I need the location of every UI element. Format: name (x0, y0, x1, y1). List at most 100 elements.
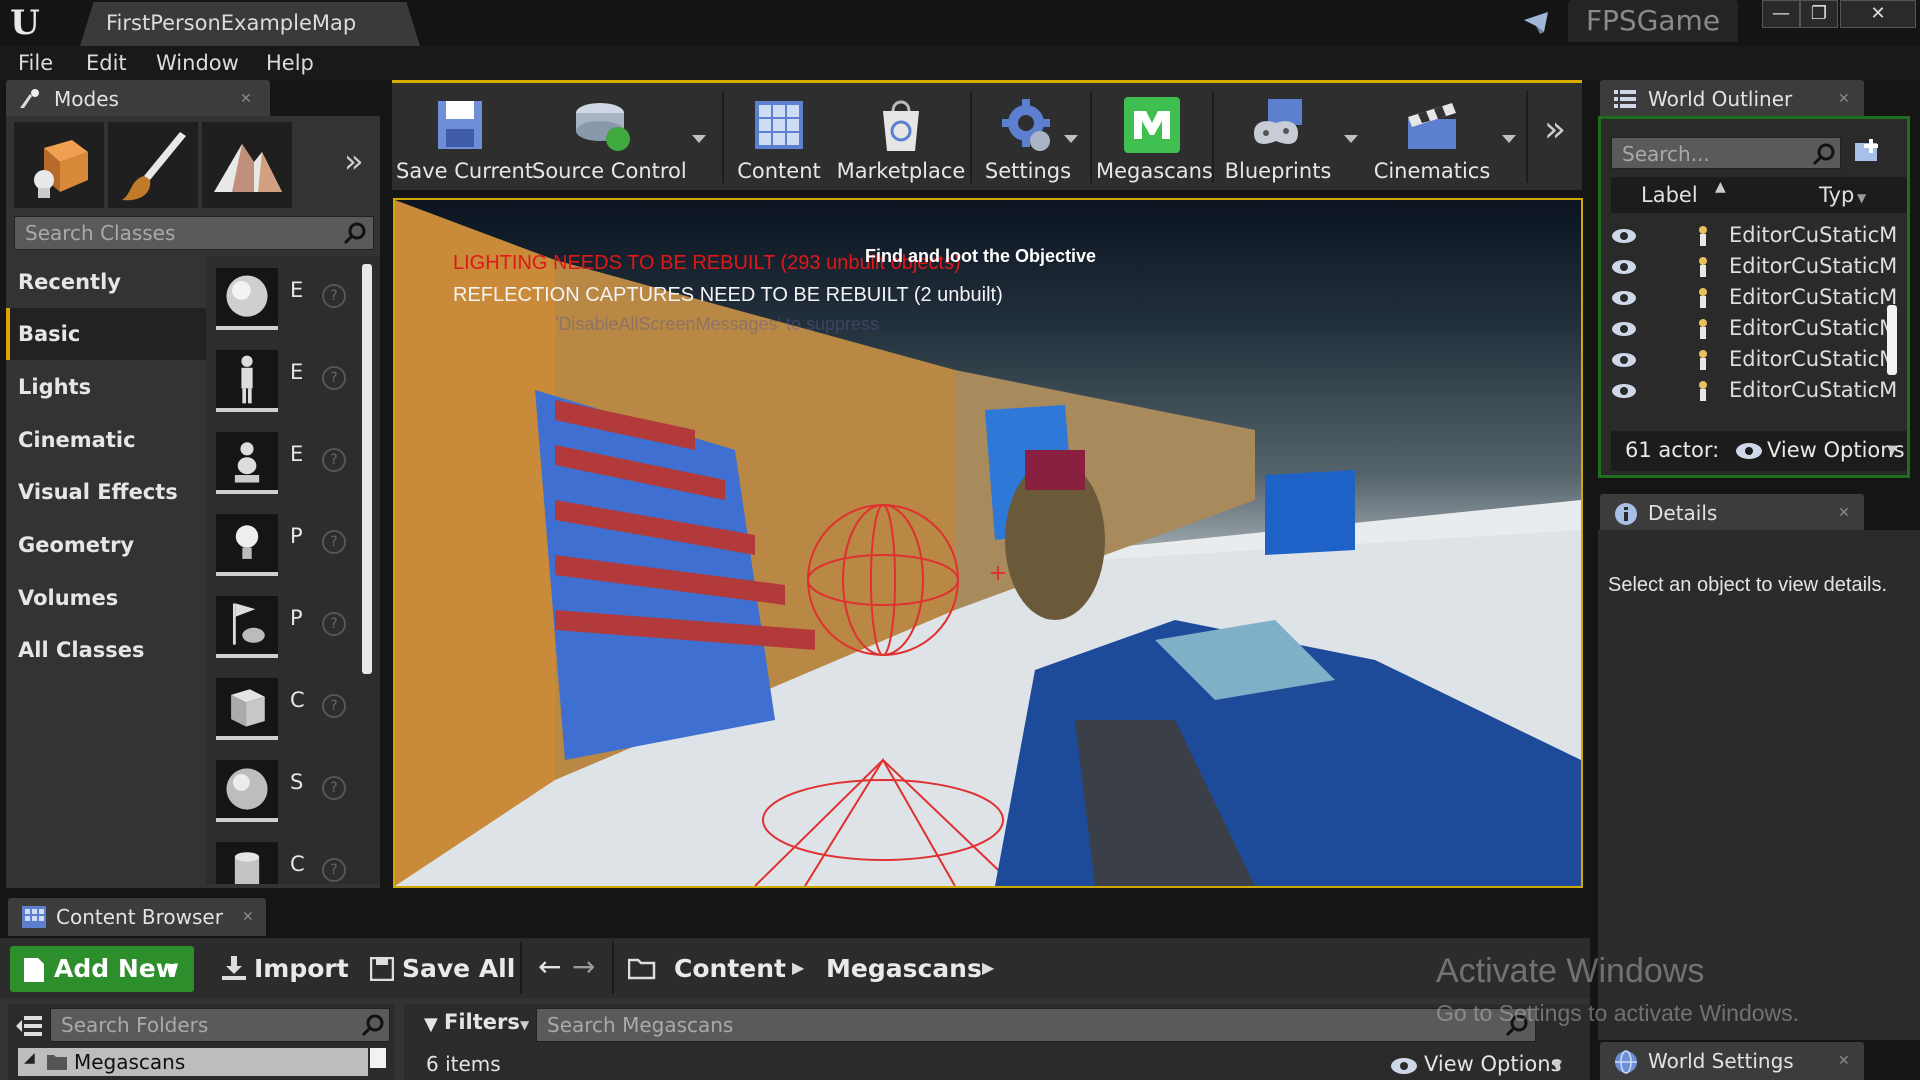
outliner-row[interactable]: EditorCuStaticM (1611, 345, 1901, 376)
close-icon[interactable]: ✕ (1838, 80, 1850, 118)
world-outliner-tab[interactable]: World Outliner ✕ (1600, 80, 1864, 118)
help-icon[interactable]: ? (322, 448, 346, 472)
cinematics-dropdown-icon[interactable] (1502, 135, 1516, 143)
source-control-button[interactable]: Source Control (532, 83, 687, 191)
modes-tab[interactable]: Modes ✕ (6, 80, 270, 118)
help-icon[interactable]: ? (322, 366, 346, 390)
megascans-button[interactable]: Megascans (1096, 83, 1213, 191)
close-icon[interactable]: ✕ (242, 898, 254, 936)
path-separator-icon[interactable]: ▶ (982, 958, 994, 977)
placeable-item[interactable]: C ? (216, 838, 366, 884)
restore-button[interactable]: ❐ (1800, 0, 1838, 28)
path-megascans[interactable]: Megascans (826, 946, 982, 992)
column-label[interactable]: Label (1641, 183, 1698, 207)
save-all-button[interactable]: Save All (368, 946, 515, 992)
category-geometry[interactable]: Geometry (6, 519, 206, 571)
outliner-row[interactable]: EditorCuStaticM (1611, 314, 1901, 345)
sources-toggle-icon[interactable] (14, 1012, 44, 1040)
modes-scrollbar[interactable] (362, 264, 372, 674)
menu-file[interactable]: File (18, 46, 53, 80)
outliner-row[interactable]: EditorCuStaticM (1611, 283, 1901, 314)
placeable-item[interactable]: P ? (216, 592, 366, 658)
source-control-dropdown-icon[interactable] (692, 135, 706, 143)
category-all-classes[interactable]: All Classes (6, 624, 206, 676)
view-options-button[interactable]: View Options (1424, 1052, 1562, 1076)
marketplace-button[interactable]: Marketplace (836, 83, 966, 191)
tree-expand-icon[interactable]: ◢ (24, 1050, 35, 1066)
visibility-eye-icon[interactable] (1611, 320, 1637, 338)
help-icon[interactable]: ? (322, 776, 346, 800)
search-assets-input[interactable]: Search Megascans (536, 1008, 1536, 1042)
search-folders-input[interactable]: Search Folders (50, 1008, 390, 1042)
filters-button[interactable]: ▼ Filters ▼ (420, 1008, 529, 1042)
path-content[interactable]: Content (674, 946, 786, 992)
chevron-down-icon[interactable]: ▼ (1552, 1058, 1562, 1073)
world-settings-tab[interactable]: World Settings ✕ (1600, 1042, 1864, 1080)
column-type[interactable]: Typ (1819, 183, 1854, 207)
content-browser-tab[interactable]: Content Browser ✕ (8, 898, 266, 936)
notification-icon[interactable] (1522, 10, 1554, 36)
settings-dropdown-icon[interactable] (1064, 135, 1078, 143)
close-icon[interactable]: ✕ (1838, 494, 1850, 532)
folder-tree-row[interactable]: ◢ Megascans (18, 1048, 368, 1076)
outliner-search-input[interactable]: Search... (1611, 137, 1841, 169)
outliner-row[interactable]: EditorCuStaticM (1611, 376, 1901, 407)
view-options-button[interactable]: View Options (1767, 438, 1905, 462)
level-viewport[interactable]: LIGHTING NEEDS TO BE REBUILT (293 unbuil… (393, 198, 1583, 888)
paint-mode-button[interactable] (108, 122, 198, 208)
close-icon[interactable]: ✕ (240, 80, 252, 118)
expand-modes-icon[interactable]: » (344, 142, 364, 180)
help-icon[interactable]: ? (322, 694, 346, 718)
toolbar-overflow-icon[interactable]: » (1544, 109, 1566, 150)
category-volumes[interactable]: Volumes (6, 572, 206, 624)
placeable-item[interactable]: P ? (216, 510, 366, 576)
forward-arrow-icon[interactable]: → (572, 950, 595, 983)
outliner-row[interactable]: EditorCuStaticM (1611, 252, 1901, 283)
place-mode-button[interactable] (14, 122, 104, 208)
category-cinematic[interactable]: Cinematic (6, 414, 206, 466)
close-window-button[interactable]: ✕ (1840, 0, 1916, 28)
visibility-eye-icon[interactable] (1611, 351, 1637, 369)
folder-scrollbar[interactable] (370, 1048, 386, 1068)
search-classes-input[interactable]: Search Classes (14, 216, 374, 250)
map-tab[interactable]: FirstPersonExampleMap (80, 2, 420, 46)
back-arrow-icon[interactable]: ← (538, 950, 561, 983)
outliner-row[interactable]: EditorCuStaticM (1611, 221, 1901, 252)
landscape-mode-button[interactable] (202, 122, 292, 208)
minimize-button[interactable]: — (1762, 0, 1800, 28)
placeable-item[interactable]: E ? (216, 428, 366, 494)
blueprints-button[interactable]: Blueprints (1218, 83, 1338, 191)
placeable-item[interactable]: E ? (216, 346, 366, 412)
visibility-eye-icon[interactable] (1611, 227, 1637, 245)
menu-help[interactable]: Help (266, 46, 314, 80)
close-icon[interactable]: ✕ (1838, 1042, 1850, 1080)
category-recently-placed[interactable]: Recently Placed (6, 256, 206, 346)
category-lights[interactable]: Lights (6, 361, 206, 413)
import-button[interactable]: Import (218, 946, 349, 992)
path-separator-icon[interactable]: ▶ (792, 958, 804, 977)
add-actor-icon[interactable] (1851, 137, 1881, 167)
visibility-eye-icon[interactable] (1611, 382, 1637, 400)
details-tab[interactable]: Details ✕ (1600, 494, 1864, 532)
column-dropdown-icon[interactable]: ▼ (1857, 191, 1866, 205)
help-icon[interactable]: ? (322, 530, 346, 554)
help-icon[interactable]: ? (322, 284, 346, 308)
menu-edit[interactable]: Edit (86, 46, 127, 80)
save-current-button[interactable]: Save Current (396, 83, 533, 191)
chevron-down-icon[interactable]: ▼ (1887, 443, 1897, 458)
cinematics-button[interactable]: Cinematics (1362, 83, 1502, 191)
placeable-item[interactable]: S ? (216, 756, 366, 822)
help-icon[interactable]: ? (322, 858, 346, 882)
placeable-item[interactable]: E ? (216, 264, 366, 330)
category-visual-effects[interactable]: Visual Effects (6, 466, 206, 518)
category-basic[interactable]: Basic (6, 308, 206, 360)
menu-window[interactable]: Window (156, 46, 239, 80)
add-new-button[interactable]: Add New ▼ (10, 946, 194, 992)
content-button[interactable]: Content (728, 83, 830, 191)
visibility-eye-icon[interactable] (1611, 289, 1637, 307)
placeable-item[interactable]: C ? (216, 674, 366, 740)
visibility-eye-icon[interactable] (1611, 258, 1637, 276)
outliner-scrollbar[interactable] (1887, 305, 1897, 375)
help-icon[interactable]: ? (322, 612, 346, 636)
blueprints-dropdown-icon[interactable] (1344, 135, 1358, 143)
